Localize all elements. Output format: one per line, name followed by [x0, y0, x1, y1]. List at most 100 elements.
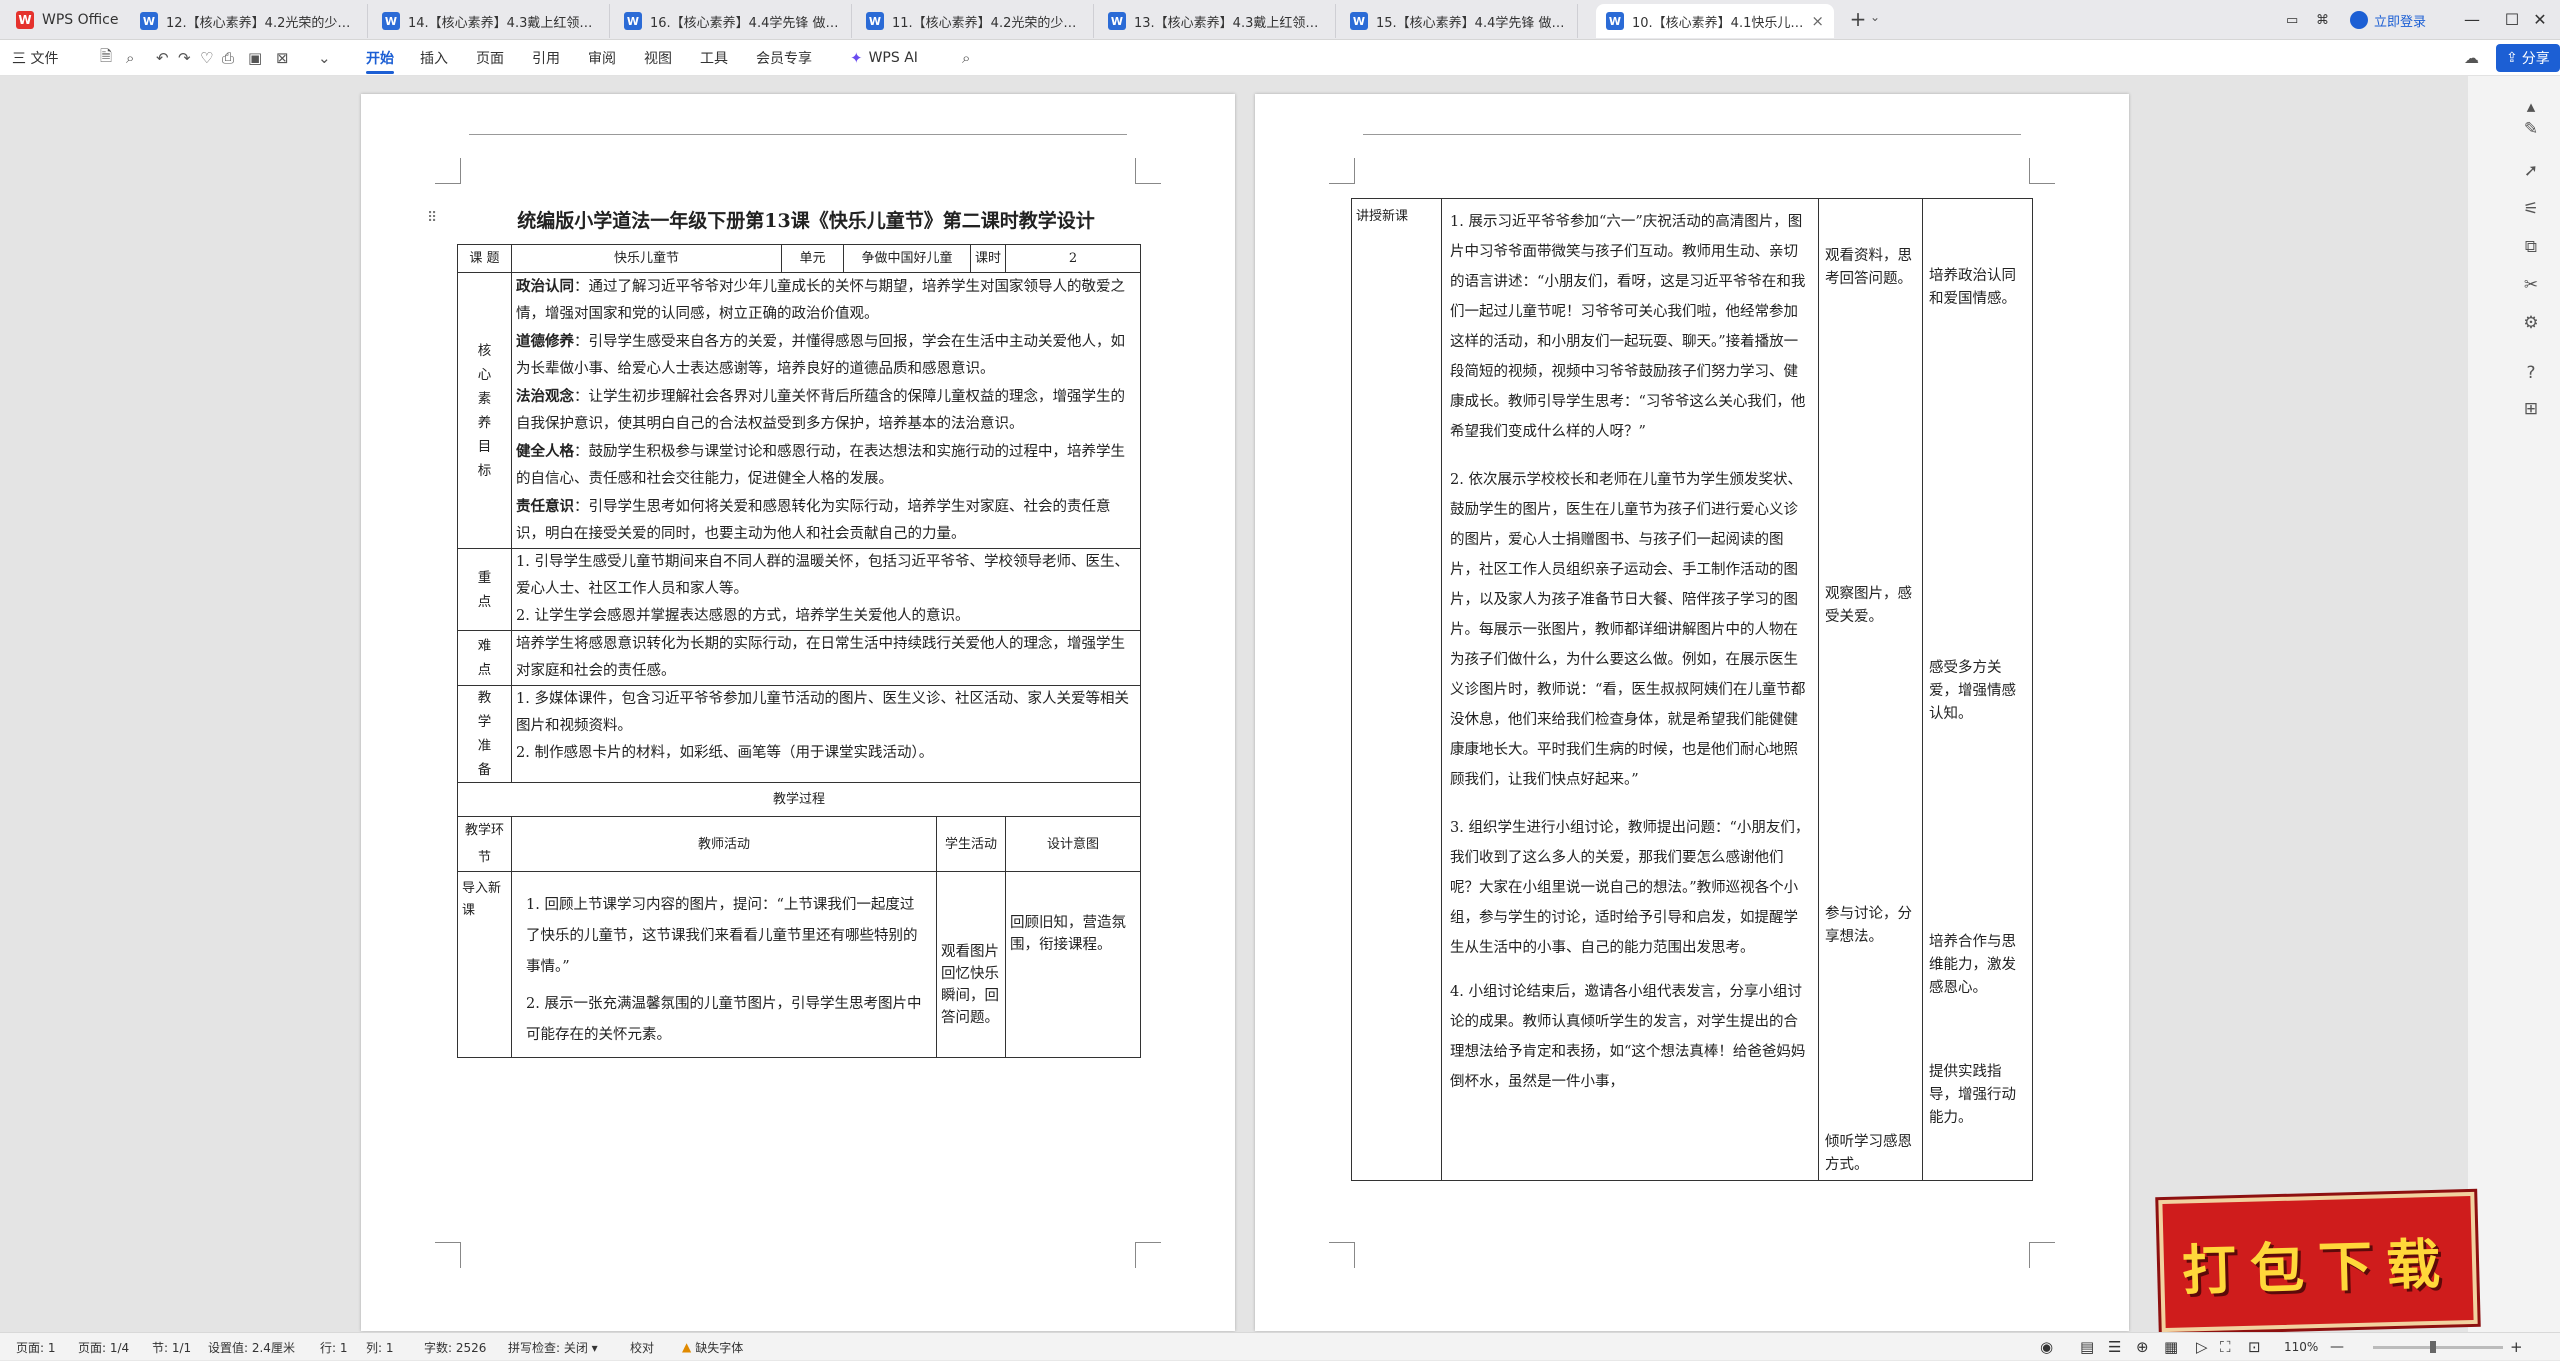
document-page-2: 讲授新课 1. 展示习近平爷爷参加“六一”庆祝活动的高清图片，图片中习爷爷面带微… — [1255, 94, 2129, 1331]
status-page[interactable]: 页面: 1 — [16, 1333, 56, 1361]
status-section[interactable]: 节: 1/1 — [152, 1333, 191, 1361]
tab-review[interactable]: 审阅 — [588, 40, 616, 76]
more-options-icon[interactable] — [2518, 396, 2544, 422]
image-edit-icon[interactable]: ⧉ — [2518, 234, 2544, 260]
minimize-button[interactable]: — — [2452, 6, 2492, 34]
zoom-fit-icon[interactable]: ⊡ — [2248, 1333, 2261, 1361]
window-close-button[interactable]: ✕ — [2520, 6, 2560, 34]
word-doc-icon: W — [1108, 12, 1126, 30]
margin-mark — [2029, 1242, 2055, 1268]
preparation-label: 教学准备 — [457, 685, 512, 783]
wps-home-tab[interactable]: W WPS Office — [16, 8, 119, 32]
ai-sparkle-icon: ✦ — [850, 49, 863, 67]
doc-tab-1[interactable]: W 12.【核心素养】4.2光荣的少先队 第二 — [130, 4, 368, 38]
close-tab-icon[interactable]: × — [1811, 12, 1824, 30]
wps-ai-label: WPS AI — [868, 50, 918, 66]
tab-tools[interactable]: 工具 — [700, 40, 728, 76]
zoom-slider[interactable] — [2373, 1346, 2503, 1349]
download-promo-banner[interactable]: 打包下载 — [2158, 1191, 2478, 1333]
cloud-sync-icon[interactable]: ☁ — [2464, 40, 2479, 76]
page-view-icon[interactable]: ▤ — [2080, 1333, 2094, 1361]
zoom-in-icon[interactable]: + — [2510, 1333, 2523, 1361]
login-button[interactable]: 立即登录 — [2350, 8, 2426, 32]
print-preview-icon[interactable]: ⌕ — [126, 40, 134, 76]
doc-tab-5[interactable]: W 13.【核心素养】4.3戴上红领巾 第1课 — [1098, 4, 1336, 38]
period-value: 2 — [1005, 244, 1142, 273]
wps-ai-button[interactable]: ✦ WPS AI — [850, 40, 918, 76]
play-icon[interactable]: ▷ — [2196, 1333, 2208, 1361]
image-icon[interactable]: ▣ — [248, 40, 262, 76]
doc-tab-4[interactable]: W 11.【核心素养】4.2光荣的少先队 第一 — [856, 4, 1094, 38]
doc-tab-2[interactable]: W 14.【核心素养】4.3戴上红领巾 第2课 — [372, 4, 610, 38]
missing-font-button[interactable]: ▲ 缺失字体 — [682, 1333, 743, 1361]
outline-view-icon[interactable]: ☰ — [2108, 1333, 2121, 1361]
help-icon[interactable]: ? — [2518, 360, 2544, 386]
undo-icon[interactable]: ↶ — [156, 40, 169, 76]
tab-home[interactable]: 开始 — [366, 40, 394, 76]
eye-protection-icon[interactable]: ◉ — [2040, 1333, 2053, 1361]
right-sidebar — [2468, 76, 2560, 1332]
tab-label: 13.【核心素养】4.3戴上红领巾 第1课 — [1134, 15, 1325, 31]
goal-key: 政治认同 — [516, 278, 574, 295]
fullscreen-icon[interactable]: ⛶ — [2220, 1333, 2231, 1361]
student-activity: 观察图片，感受关爱。 — [1825, 586, 1912, 625]
doc-tab-6[interactable]: W 15.【核心素养】4.4学先锋 做先锋 第1 — [1340, 4, 1578, 38]
status-pages[interactable]: 页面: 1/4 — [78, 1333, 129, 1361]
tab-list-chevron-icon[interactable]: ⌄ — [1870, 10, 1880, 24]
process-header-row: 教学环节 教师活动 学生活动 设计意图 — [457, 816, 1142, 872]
lesson-plan-table: 课 题 快乐儿童节 单元 争做中国好儿童 课时 2 核心素养目标 政治认同：通过… — [456, 244, 1142, 1058]
file-menu-button[interactable]: 三 文件 — [12, 40, 58, 76]
new-lesson-intent: 培养政治认同和爱国情感。 感受多方关爱，增强情感认知。 培养合作与思维能力，激发… — [1922, 198, 2033, 1181]
search-icon[interactable]: ⌕ — [962, 40, 970, 76]
share-button[interactable]: ⇪ 分享 — [2496, 44, 2560, 72]
tab-insert[interactable]: 插入 — [420, 40, 448, 76]
wps-logo-icon: W — [16, 11, 34, 29]
pen-icon[interactable]: ✎ — [2518, 116, 2544, 142]
window-mode-icon[interactable]: ▭ — [2286, 8, 2298, 32]
goals-row: 核心素养目标 政治认同：通过了解习近平爷爷对少年儿童成长的关怀与期望，培养学生对… — [457, 272, 1142, 549]
more-chevron-icon[interactable]: ⌄ — [318, 40, 331, 76]
spell-check-toggle[interactable]: 拼写检查: 关闭 ▾ — [508, 1333, 598, 1361]
goal-item: 政治认同：通过了解习近平爷爷对少年儿童成长的关怀与期望，培养学生对国家领导人的敬… — [516, 273, 1136, 328]
save-icon[interactable]: 🗎 — [100, 40, 112, 76]
tools-icon[interactable]: ✂ — [2518, 272, 2544, 298]
word-count[interactable]: 字数: 2526 — [424, 1333, 486, 1361]
web-view-icon[interactable]: ⊕ — [2136, 1333, 2149, 1361]
goal-text: ：让学生初步理解社会各界对儿童关怀背后所蕴含的保障儿童权益的理念，增强学生的自我… — [516, 389, 1125, 432]
table-drag-handle-icon[interactable]: ⠿ — [427, 210, 437, 226]
word-doc-icon: W — [382, 12, 400, 30]
student-activity: 观看资料，思考回答问题。 — [1825, 248, 1912, 287]
select-cursor-icon[interactable]: ➚ — [2518, 158, 2544, 184]
teacher-step: 2. 依次展示学校校长和老师在儿童节为学生颁发奖状、鼓励学生的图片，医生在儿童节… — [1450, 472, 1806, 788]
zoom-level[interactable]: 110% — [2284, 1333, 2318, 1361]
proofread-button[interactable]: 校对 — [630, 1333, 654, 1361]
design-intent: 培养政治认同和爱国情感。 — [1929, 268, 2016, 307]
tab-view[interactable]: 视图 — [644, 40, 672, 76]
format-painter-icon[interactable]: ♡ — [200, 40, 213, 76]
teacher-step: 1. 回顾上节课学习内容的图片，提问：“上节课我们一起度过了快乐的儿童节，这节课… — [526, 897, 918, 975]
notification-icon[interactable]: ⌘ — [2316, 8, 2329, 32]
read-mode-icon[interactable]: ▦ — [2164, 1333, 2178, 1361]
export-pdf-icon[interactable]: ⎙ — [222, 40, 234, 76]
meta-row: 课 题 快乐儿童节 单元 争做中国好儿童 课时 2 — [457, 244, 1142, 273]
margin-mark — [2029, 158, 2055, 184]
zoom-out-icon[interactable]: — — [2330, 1333, 2344, 1361]
zoom-slider-handle[interactable] — [2430, 1341, 2436, 1353]
new-tab-button[interactable]: + — [1846, 8, 1870, 32]
header-rule — [1363, 134, 2021, 135]
status-setting[interactable]: 设置值: 2.4厘米 — [208, 1333, 295, 1361]
doc-tab-3[interactable]: W 16.【核心素养】4.4学先锋 做先锋 第2 — [614, 4, 852, 38]
settings-icon[interactable]: ⚙ — [2518, 310, 2544, 336]
tab-member[interactable]: 会员专享 — [756, 40, 812, 76]
goal-key: 健全人格 — [516, 443, 574, 460]
doc-tab-7-active[interactable]: W 10.【核心素养】4.1快乐儿童节 × — [1596, 4, 1834, 38]
tab-references[interactable]: 引用 — [532, 40, 560, 76]
preparation-content: 1. 多媒体课件，包含习近平爷爷参加儿童节活动的图片、医生义诊、社区活动、家人关… — [510, 685, 1142, 783]
adjust-icon[interactable]: ⚟ — [2518, 196, 2544, 222]
goal-text: ：引导学生思考如何将关爱和感恩转化为实际行动，培养学生对家庭、社会的责任意识，明… — [516, 499, 1111, 542]
header-rule — [469, 134, 1127, 135]
picture-tools-icon[interactable]: ⊠ — [276, 40, 289, 76]
redo-icon[interactable]: ↷ — [178, 40, 191, 76]
document-title: 统编版小学道法一年级下册第13课《快乐儿童节》第二课时教学设计 — [517, 210, 1095, 232]
tab-page[interactable]: 页面 — [476, 40, 504, 76]
